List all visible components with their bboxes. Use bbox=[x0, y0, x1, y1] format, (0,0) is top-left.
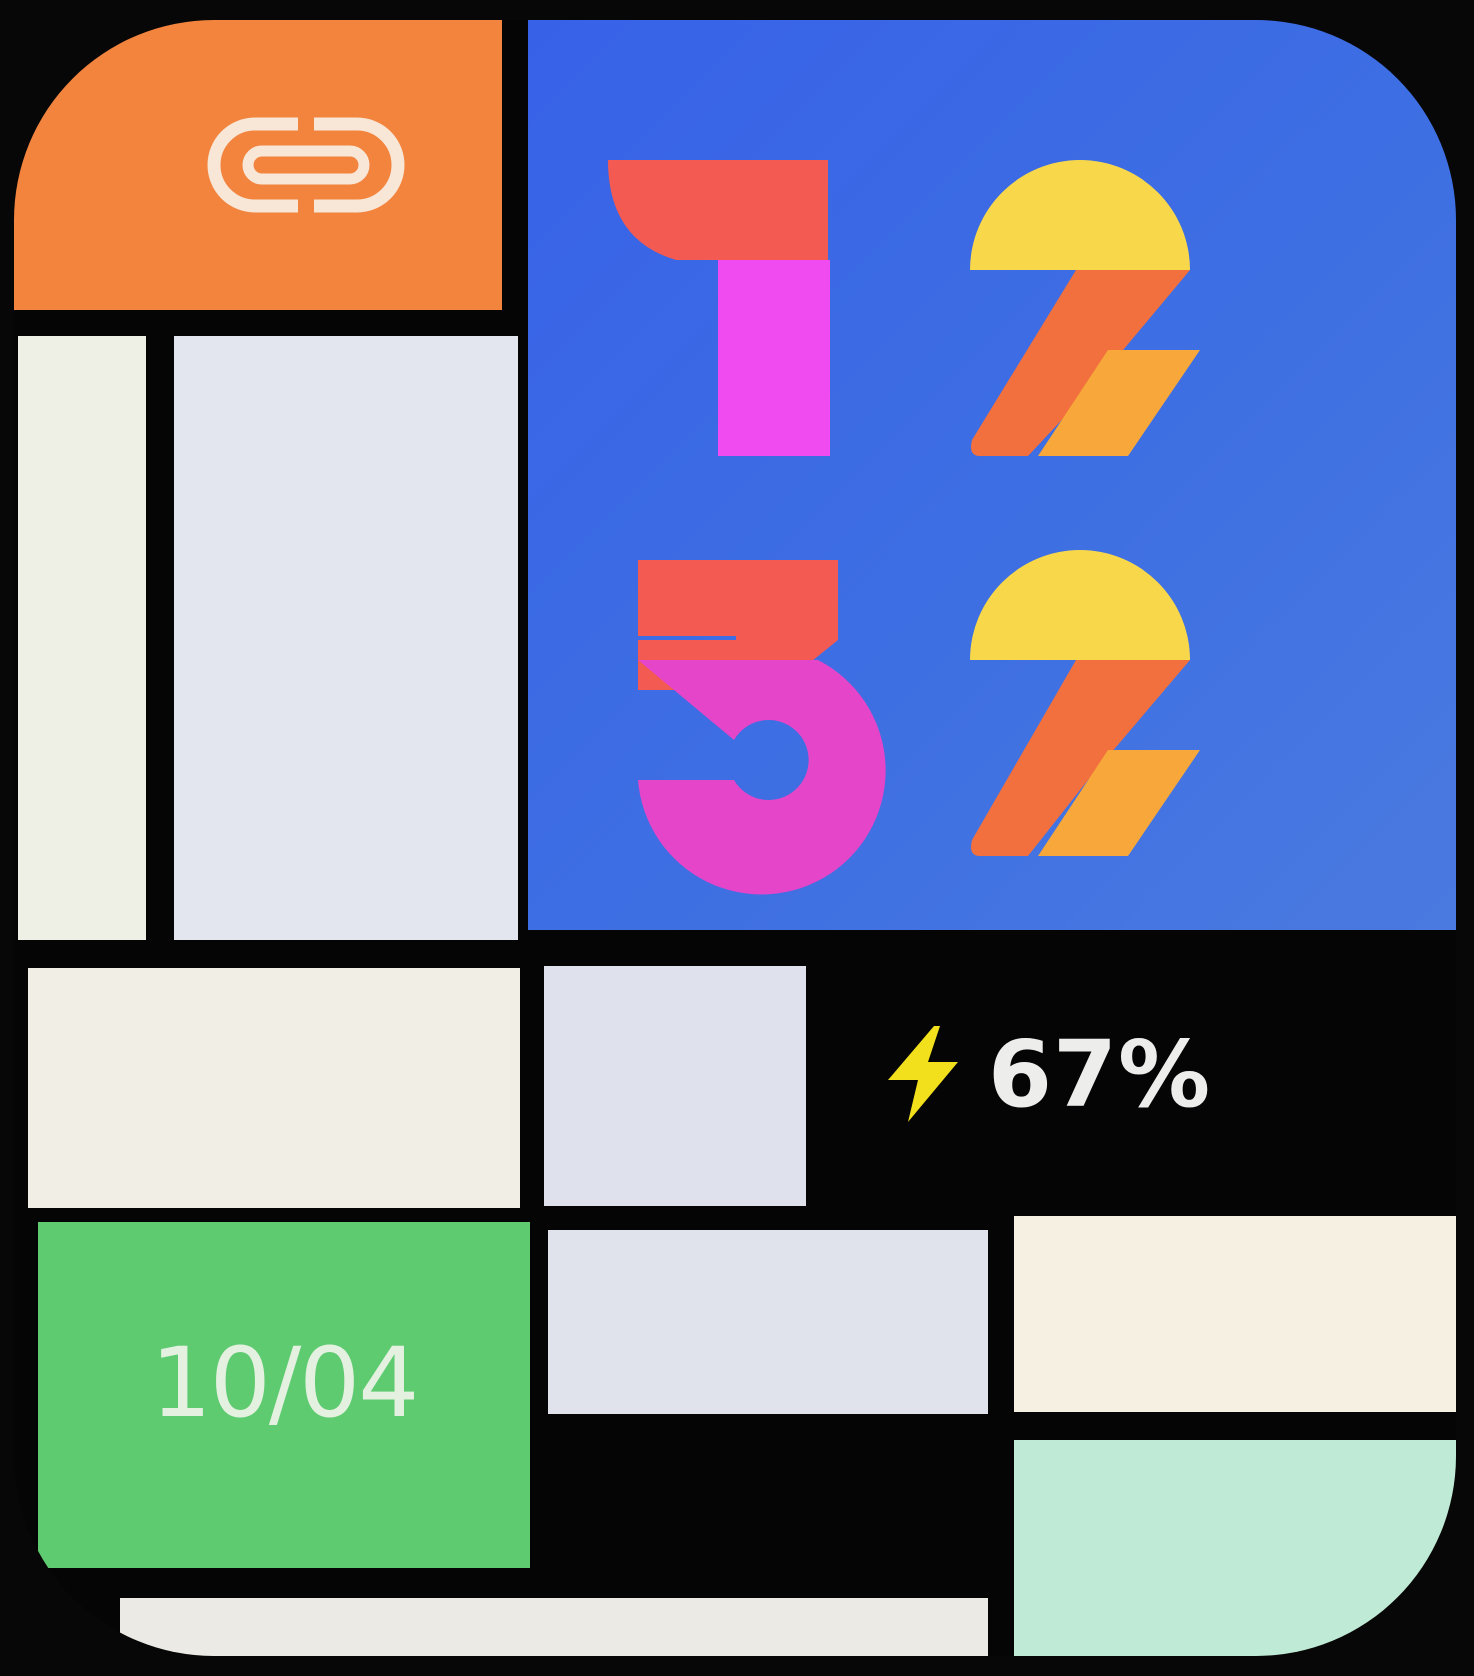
date-label: 10/04 bbox=[150, 1327, 420, 1439]
complication-wide-tile[interactable] bbox=[28, 968, 520, 1208]
watch-face: 1 2 3 2 67% 10/04 bbox=[14, 20, 1456, 1656]
time-digits: 1 2 3 2 bbox=[608, 160, 1200, 895]
complication-bottom-bar[interactable] bbox=[120, 1598, 988, 1656]
hour-tens-digit bbox=[608, 160, 830, 456]
lightning-bolt-icon bbox=[888, 1026, 958, 1122]
date-tile[interactable]: 10/04 bbox=[38, 1222, 530, 1568]
complication-cream-tile[interactable] bbox=[1014, 1216, 1456, 1412]
link-icon bbox=[207, 116, 405, 214]
battery-percent: 67% bbox=[988, 1020, 1212, 1128]
minute-ones-digit bbox=[970, 550, 1200, 856]
complication-tall-tile[interactable] bbox=[174, 336, 518, 940]
complication-square-tile[interactable] bbox=[544, 966, 806, 1206]
hour-ones-digit bbox=[970, 160, 1200, 456]
battery-indicator: 67% bbox=[874, 1014, 1211, 1134]
complication-strip-tile[interactable] bbox=[18, 336, 146, 940]
watch-screen: 1 2 3 2 67% 10/04 bbox=[0, 0, 1474, 1676]
complication-mint-tile[interactable] bbox=[1014, 1440, 1456, 1656]
time-tile: 1 2 3 2 bbox=[528, 20, 1456, 930]
shortcut-tile[interactable] bbox=[14, 20, 502, 310]
complication-mid-tile[interactable] bbox=[548, 1230, 988, 1414]
minute-tens-digit bbox=[638, 560, 886, 895]
